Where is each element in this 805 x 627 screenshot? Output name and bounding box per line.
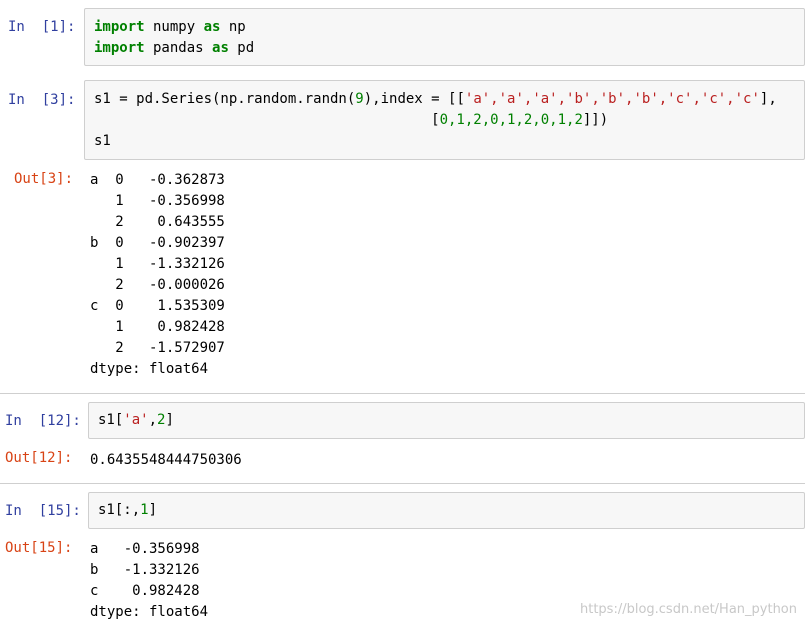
code-token: s1[	[98, 412, 124, 428]
string-literal: 'a'	[123, 412, 149, 428]
in-prompt-15: In [15]:	[5, 503, 81, 519]
code-token: ),index = [[	[363, 91, 465, 107]
cell-divider	[0, 483, 805, 484]
code-text-3: s1 = pd.Series(np.random.randn(9),index …	[94, 89, 777, 152]
code-cell-3[interactable]: s1 = pd.Series(np.random.randn(9),index …	[84, 80, 805, 160]
output-12: 0.6435548444750306	[90, 452, 242, 468]
output-3: a 0 -0.362873 1 -0.356998 2 0.643555 b 0…	[90, 172, 225, 377]
code-token: s1[:,	[98, 502, 141, 518]
output-15: a -0.356998 b -1.332126 c 0.982428 dtype…	[90, 541, 209, 620]
string-literals: 'a','a','a','b','b','b','c','c','c'	[464, 91, 760, 107]
code-token: ],	[759, 91, 777, 107]
code-text-1: import numpy as np import pandas as pd	[94, 17, 254, 59]
code-token: s1 = pd.Series(np.random.randn(	[94, 91, 356, 107]
in-prompt-1: In [1]:	[8, 19, 76, 35]
out-prompt-3: Out[3]:	[14, 171, 74, 187]
keyword: import	[94, 19, 145, 35]
code-token: s1	[94, 133, 111, 149]
code-token: np	[220, 19, 246, 35]
code-token: ]	[148, 502, 158, 518]
code-cell-15[interactable]: s1[:,1]	[88, 492, 805, 529]
code-cell-1[interactable]: import numpy as np import pandas as pd	[84, 8, 805, 66]
watermark: https://blog.csdn.net/Han_python	[579, 602, 797, 617]
cell-divider	[0, 393, 805, 394]
code-token: ,	[148, 412, 158, 428]
number-literals: 0,1,2,0,1,2,0,1,2	[439, 112, 583, 128]
code-text-12: s1['a',2]	[98, 410, 174, 431]
code-token: pd	[228, 40, 255, 56]
in-prompt-3: In [3]:	[8, 92, 76, 108]
number-literal: 1	[140, 502, 149, 518]
out-prompt-12: Out[12]:	[5, 450, 73, 466]
code-cell-12[interactable]: s1['a',2]	[88, 402, 805, 439]
in-prompt-12: In [12]:	[5, 413, 81, 429]
out-prompt-15: Out[15]:	[5, 540, 73, 556]
code-text-15: s1[:,1]	[98, 500, 157, 521]
code-token: ]])	[582, 112, 609, 128]
code-token: pandas	[144, 40, 213, 56]
keyword: as	[203, 19, 221, 35]
code-indent: [	[94, 112, 440, 128]
code-token: ]	[165, 412, 174, 428]
keyword: import	[94, 40, 145, 56]
number-literal: 9	[355, 91, 364, 107]
code-token: numpy	[144, 19, 204, 35]
keyword: as	[212, 40, 229, 56]
